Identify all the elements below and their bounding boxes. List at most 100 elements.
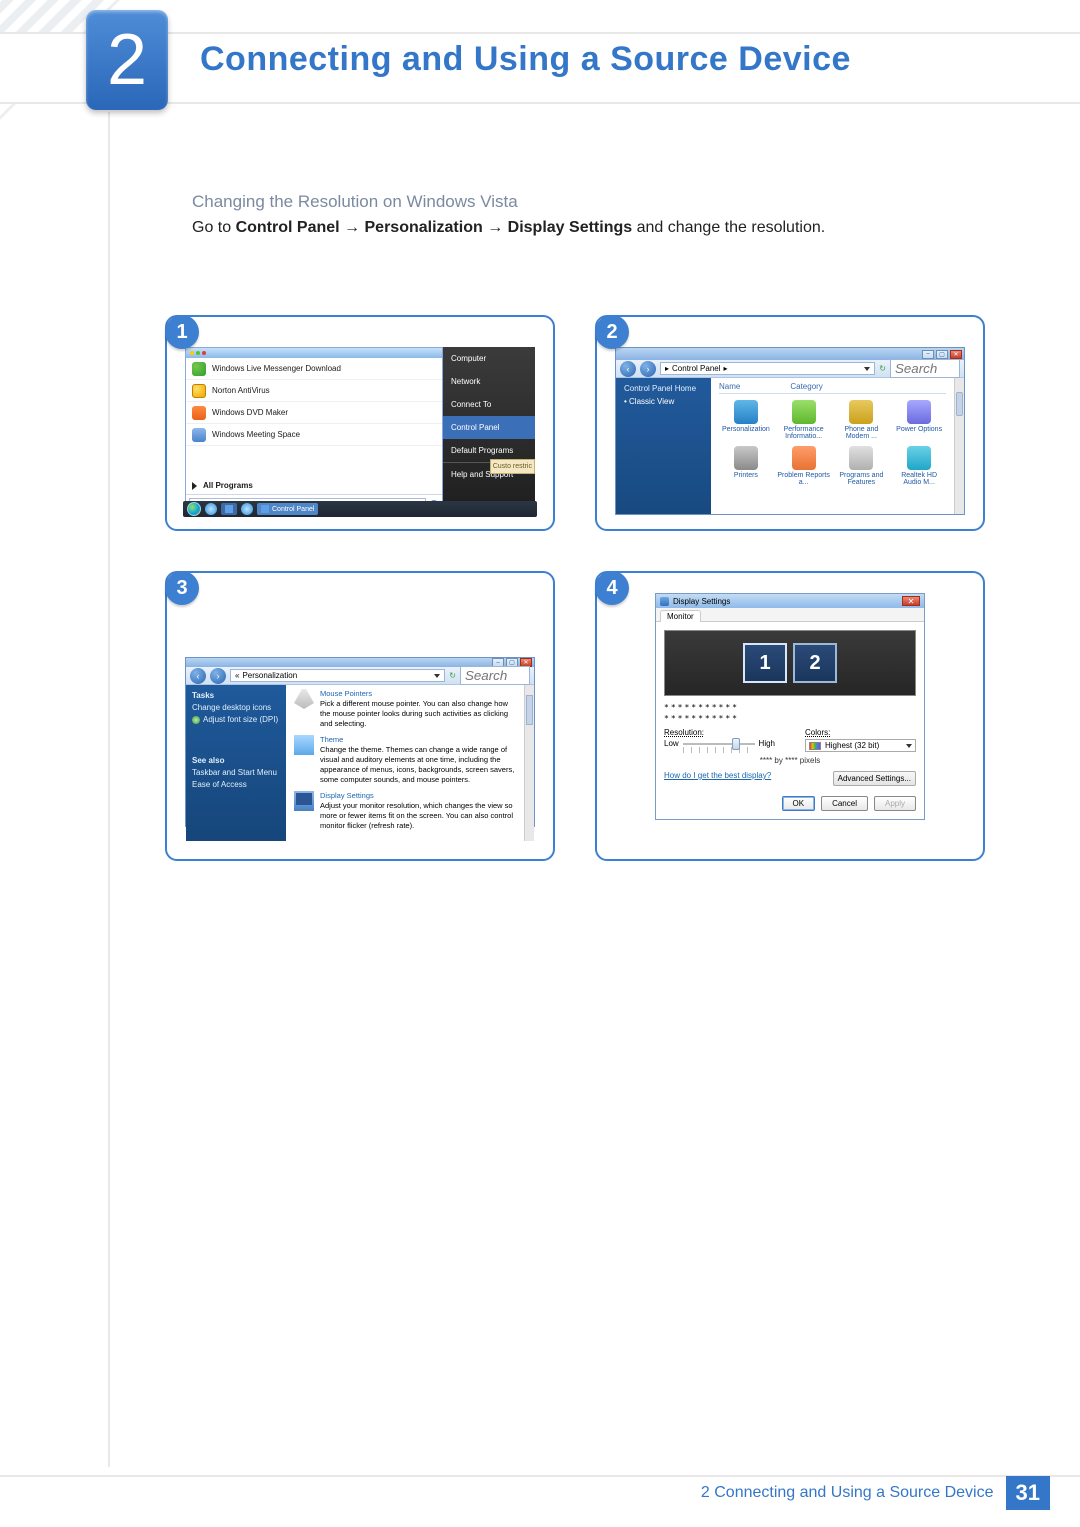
footer-text: 2 Connecting and Using a Source Device [701,1484,994,1502]
minimize-icon[interactable]: – [922,350,934,359]
scrollbar-thumb[interactable] [526,695,533,725]
monitor-2[interactable]: 2 [793,643,837,683]
chevron-down-icon [906,744,912,748]
nav-taskbar-start-menu[interactable]: Taskbar and Start Menu [192,768,280,777]
cp-item-personalization[interactable]: Personalization [719,400,773,440]
problem-reports-icon [792,446,816,470]
monitor-preview: 1 2 [664,630,916,696]
chevron-down-icon[interactable] [864,367,870,371]
close-icon[interactable]: ✕ [950,350,962,359]
step-badge: 4 [595,571,629,605]
personalization-icon [734,400,758,424]
display-settings-icon [660,597,669,606]
ok-button[interactable]: OK [782,796,816,811]
meeting-space-icon [192,428,206,442]
start-menu-item[interactable]: Windows Meeting Space [186,424,442,446]
cp-item-power-options[interactable]: Power Options [892,400,946,440]
breadcrumb[interactable]: « Personalization [230,669,445,682]
explorer-toolbar: ‹ › « Personalization ↻ [186,667,534,685]
advanced-settings-button[interactable]: Advanced Settings... [833,771,916,786]
ie-icon[interactable] [205,503,217,515]
cp-item-realtek-audio[interactable]: Realtek HD Audio M... [892,446,946,486]
explorer-icon[interactable] [241,503,253,515]
cancel-button[interactable]: Cancel [821,796,868,811]
header-category[interactable]: Category [790,382,822,391]
arrow-icon: → [344,219,364,236]
start-right-computer[interactable]: Computer [443,347,535,370]
taskbar: Control Panel [183,501,537,517]
audio-icon [907,446,931,470]
taskbar-button-control-panel[interactable]: Control Panel [257,503,318,515]
page-footer: 2 Connecting and Using a Source Device 3… [0,1475,1080,1509]
nav-change-desktop-icons[interactable]: Change desktop icons [192,703,280,712]
theme-icon [294,735,314,755]
nav-ease-of-access[interactable]: Ease of Access [192,780,280,789]
cp-item-programs-features[interactable]: Programs and Features [835,446,889,486]
nav-back-icon[interactable]: ‹ [620,361,636,377]
programs-features-icon [849,446,873,470]
personalization-item-mouse-pointers[interactable]: Mouse PointersPick a different mouse poi… [294,689,520,729]
header-name[interactable]: Name [719,382,740,391]
antivirus-icon [192,384,206,398]
resolution-slider[interactable]: Low High [664,739,775,748]
start-menu-item[interactable]: Windows DVD Maker [186,402,442,424]
close-icon[interactable]: ✕ [902,596,920,606]
personalization-item-display-settings[interactable]: Display SettingsAdjust your monitor reso… [294,791,520,831]
monitor-1[interactable]: 1 [743,643,787,683]
step-badge: 3 [165,571,199,605]
refresh-icon[interactable]: ↻ [449,671,456,680]
tab-monitor[interactable]: Monitor [660,610,701,622]
nav-forward-icon[interactable]: › [210,668,226,684]
help-link[interactable]: How do I get the best display? [664,771,771,780]
personalization-item-theme[interactable]: ThemeChange the theme. Themes can change… [294,735,520,785]
personalization-window: – ▢ ✕ ‹ › « Personalization ↻ Tasks Chan… [185,657,535,827]
monitor-name-redacted: *********** *********** [664,702,916,724]
step-badge: 2 [595,315,629,349]
nav-adjust-font-size[interactable]: Adjust font size (DPI) [192,715,280,724]
start-right-control-panel[interactable]: Control Panel [443,416,535,439]
all-programs[interactable]: All Programs [186,477,442,494]
scrollbar[interactable] [524,685,534,841]
breadcrumb[interactable]: ▸ Control Panel ▸ [660,362,875,375]
nav-forward-icon[interactable]: › [640,361,656,377]
cp-item-phone-modem[interactable]: Phone and Modem ... [835,400,889,440]
nav-home[interactable]: Control Panel Home [624,384,703,393]
triangle-right-icon [192,482,197,490]
apply-button[interactable]: Apply [874,796,916,811]
maximize-icon[interactable]: ▢ [936,350,948,359]
step-panel-2: 2 – ▢ ✕ ‹ › ▸ Control Panel ▸ ↻ Control … [595,315,985,531]
nav-back-icon[interactable]: ‹ [190,668,206,684]
step-badge: 1 [165,315,199,349]
start-menu-item[interactable]: Norton AntiVirus [186,380,442,402]
scrollbar[interactable] [954,378,964,514]
left-margin-rule [108,112,110,1467]
chapter-number: 2 [107,19,147,101]
chapter-badge: 2 [86,10,168,110]
cp-item-problem-reports[interactable]: Problem Reports a... [777,446,831,486]
step-panel-3: 3 – ▢ ✕ ‹ › « Personalization ↻ Tasks Ch… [165,571,555,861]
slider-handle[interactable] [732,738,740,750]
chevron-down-icon[interactable] [434,674,440,678]
taskbar-button[interactable] [221,503,237,515]
cp-item-printers[interactable]: Printers [719,446,773,486]
start-menu-item[interactable]: Windows Live Messenger Download [186,358,442,380]
resolution-label: Resolution: [664,728,704,737]
printers-icon [734,446,758,470]
start-right-network[interactable]: Network [443,370,535,393]
search-input[interactable] [890,359,960,378]
power-options-icon [907,400,931,424]
nav-classic-view[interactable]: Classic View [624,397,703,406]
start-orb-icon[interactable] [187,502,201,516]
phone-modem-icon [849,400,873,424]
scrollbar-thumb[interactable] [956,392,963,416]
cp-item-performance[interactable]: Performance Informatio... [777,400,831,440]
colors-label: Colors: [805,728,830,737]
color-swatch-icon [809,742,821,750]
refresh-icon[interactable]: ↻ [879,364,886,373]
column-headers: Name Category [719,382,946,394]
start-right-connect-to[interactable]: Connect To [443,393,535,416]
dialog-tabs: Monitor [656,608,924,622]
search-input[interactable] [460,666,530,685]
control-panel-nav: Control Panel Home Classic View [616,378,711,514]
colors-select[interactable]: Highest (32 bit) [805,739,916,752]
